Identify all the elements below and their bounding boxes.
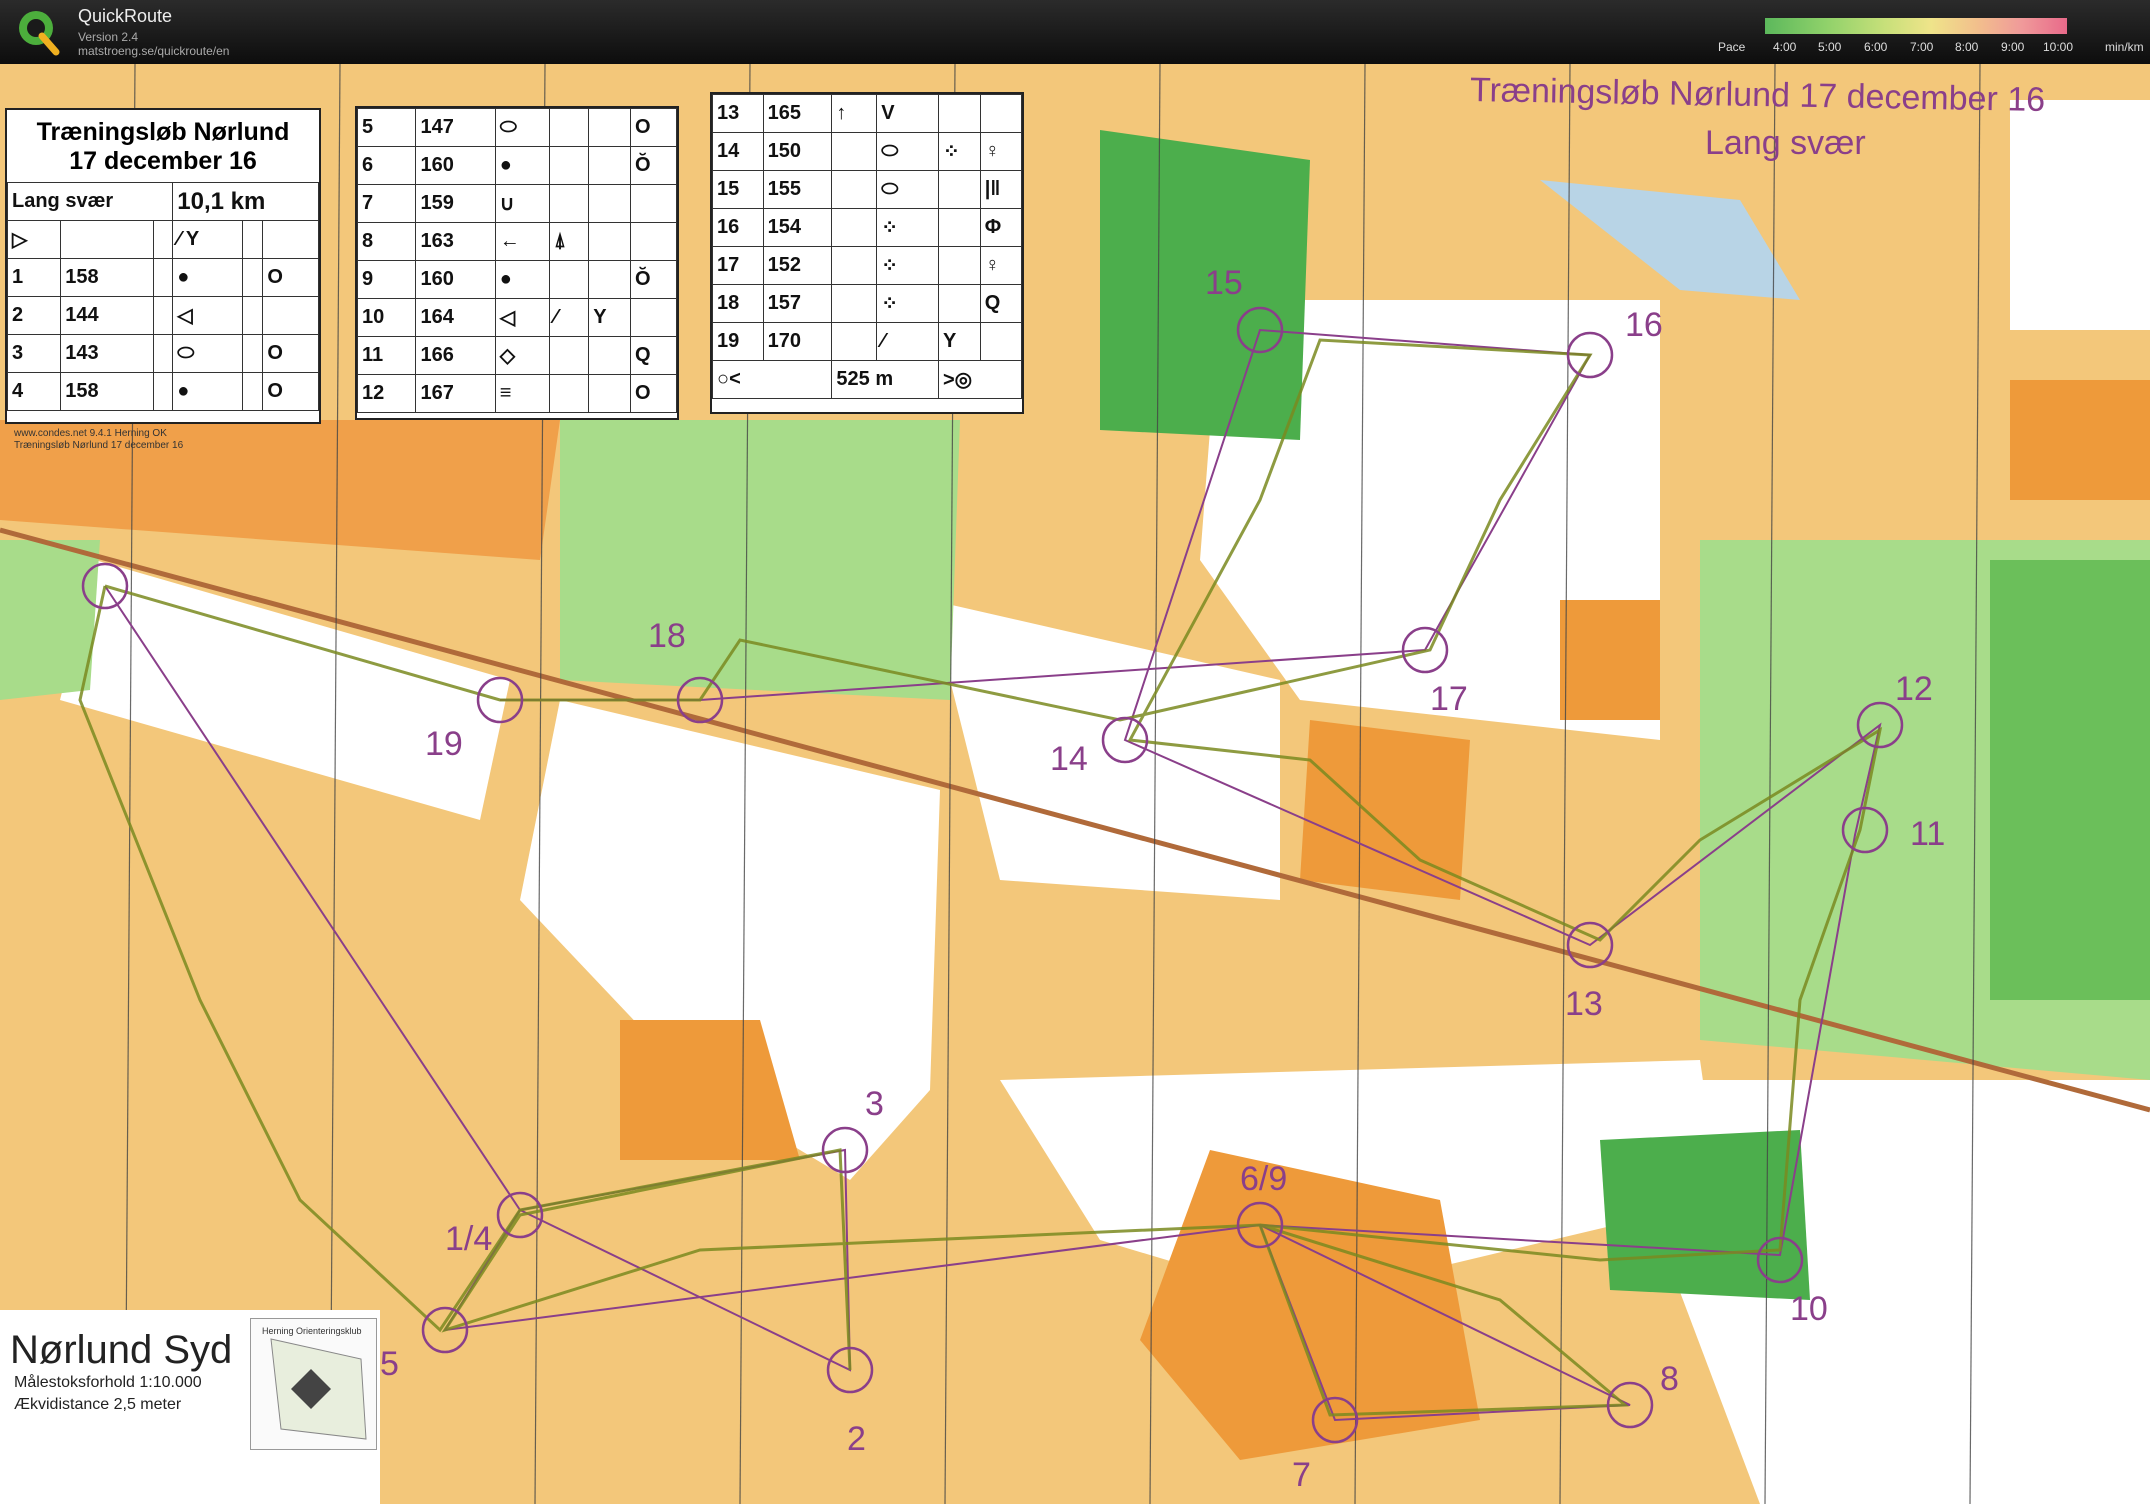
- course-length: 10,1 km: [172, 182, 319, 221]
- pace-tick: 7:00: [1910, 40, 1934, 54]
- table-row: 18 157 ⁘ Q: [712, 284, 1023, 323]
- table-row: 8 163 ← ⍋: [356, 222, 677, 261]
- control-label: 10: [1790, 1290, 1828, 1328]
- boulder-icon: O: [262, 258, 319, 297]
- dot-icon: ●: [172, 372, 244, 411]
- map-contour-interval: Ækvidistance 2,5 meter: [14, 1396, 182, 1413]
- table-row: 14 150 ⬭ ⁘ ♀: [712, 132, 1023, 171]
- control-label: 16: [1625, 306, 1663, 344]
- compass-rose-icon: [270, 1338, 367, 1440]
- table-row: 19 170 ⁄ Y: [712, 322, 1023, 361]
- boulder-icon: O: [262, 334, 319, 373]
- rough-open-area: [2010, 380, 2150, 500]
- control-label: 3: [865, 1085, 884, 1123]
- club-logo: [250, 1318, 377, 1450]
- green-forest-area: [1600, 1130, 1810, 1300]
- dot-icon: ●: [172, 258, 244, 297]
- course-event-date: 17 december 16: [69, 147, 257, 175]
- pace-label: Pace: [1718, 40, 1746, 54]
- control-label: 15: [1205, 264, 1243, 302]
- table-row: 13 165 ↑ V: [712, 94, 1023, 133]
- table-row: 1 158 ● O: [6, 258, 319, 297]
- control-label: 8: [1660, 1360, 1679, 1398]
- map-sheet-name: Nørlund Syd: [10, 1328, 233, 1372]
- control-label: 18: [648, 617, 686, 655]
- pace-tick: 10:00: [2043, 40, 2074, 54]
- table-row: 16 154 ⁘ Φ: [712, 208, 1023, 247]
- control-label: 2: [847, 1420, 866, 1458]
- print-info: www.condes.net 9.4.1 Herning OK: [14, 428, 167, 439]
- pace-tick: 6:00: [1864, 40, 1888, 54]
- control-label: 12: [1895, 670, 1933, 708]
- control-label: 7: [1292, 1456, 1311, 1494]
- control-label: 19: [425, 725, 463, 763]
- corner-icon: ◁: [172, 296, 244, 335]
- rough-open-area: [1300, 720, 1470, 900]
- green-forest-area: [1990, 560, 2150, 1000]
- table-row: 3 143 ⬭ O: [6, 334, 319, 373]
- table-row: 7 159 ∪: [356, 184, 677, 223]
- description-table: 13 165 ↑ V 14 150 ⬭ ⁘ ♀ 15 155 ⬭ |‖ 16 154 ⁘ Φ 17 152 ⁘…: [711, 94, 1023, 399]
- course-event-title: Træningsløb Nørlund: [36, 118, 290, 146]
- table-row: 10 164 ◁ ⁄ Y: [356, 298, 677, 337]
- orienteering-map[interactable]: [0, 64, 2150, 1504]
- ellipse-icon: ⬭: [172, 334, 244, 373]
- table-row: 6 160 ● Ŏ: [356, 146, 677, 185]
- control-description-sheet: Træningsløb Nørlund 17 december 16 Lang …: [5, 108, 321, 424]
- table-row: 11 166 ◇ Q: [356, 336, 677, 375]
- pace-unit: min/km: [2105, 40, 2144, 54]
- control-label: 1/4: [445, 1220, 493, 1258]
- finish-start-icon: ○<: [711, 360, 833, 399]
- pace-tick: 5:00: [1818, 40, 1842, 54]
- map-scale: Målestoksforhold 1:10.000: [14, 1374, 202, 1391]
- app-url[interactable]: matstroeng.se/quickroute/en: [78, 44, 229, 58]
- finish-row: ○< 525 m >◎: [711, 360, 1023, 399]
- table-row: 15 155 ⬭ |‖: [712, 170, 1023, 209]
- course-name: Lang svær: [6, 182, 174, 221]
- control-label: 14: [1050, 740, 1088, 778]
- table-row: 4 158 ● O: [6, 372, 319, 411]
- rough-open-area: [1560, 600, 1660, 720]
- control-description-sheet-2: 5 147 ⬭ O 6 160 ● Ŏ 7 159 ∪ 8 163 ← ⍋ 9 160 ● Ŏ 10 164 ◁…: [355, 106, 679, 420]
- description-table: Lang svær 10,1 km ▷ ⁄ Y 1 158 ● O 2 144 ◁ 3 143…: [6, 182, 319, 411]
- description-table: 5 147 ⬭ O 6 160 ● Ŏ 7 159 ∪ 8 163 ← ⍋ 9 160 ● Ŏ 10 164 ◁…: [356, 108, 677, 413]
- start-triangle-icon: ▷: [6, 220, 62, 259]
- pace-tick: 9:00: [2001, 40, 2025, 54]
- pace-tick: 4:00: [1773, 40, 1797, 54]
- table-row: 9 160 ● Ŏ: [356, 260, 677, 299]
- app-toolbar: QuickRoute Version 2.4 matstroeng.se/qui…: [0, 0, 2150, 64]
- control-label: 5: [380, 1345, 399, 1383]
- quickroute-logo-icon: [19, 11, 60, 56]
- control-label: 17: [1430, 680, 1468, 718]
- light-green-area: [560, 420, 960, 700]
- control-label: 11: [1910, 815, 1946, 853]
- control-label: 13: [1565, 985, 1603, 1023]
- control-label: 6/9: [1240, 1160, 1288, 1198]
- pace-color-scale: [1765, 18, 2067, 34]
- table-row: 5 147 ⬭ O: [356, 108, 677, 147]
- club-name: Herning Orienteringsklub: [262, 1326, 362, 1336]
- control-description-sheet-3: 13 165 ↑ V 14 150 ⬭ ⁘ ♀ 15 155 ⬭ |‖ 16 154 ⁘ Φ 17 152 ⁘…: [710, 92, 1024, 414]
- app-version: Version 2.4: [78, 30, 139, 44]
- pace-tick: 8:00: [1955, 40, 1979, 54]
- finish-distance: 525 m: [831, 360, 939, 399]
- boulder-icon: O: [262, 372, 319, 411]
- finish-icon: >◎: [937, 360, 1023, 399]
- map-subtitle: Lang svær: [1705, 124, 1866, 162]
- table-row: 2 144 ◁: [6, 296, 319, 335]
- print-info: Træningsløb Nørlund 17 december 16: [14, 440, 184, 451]
- app-title: QuickRoute: [78, 6, 173, 26]
- table-row: 17 152 ⁘ ♀: [712, 246, 1023, 285]
- white-forest-area: [2010, 100, 2150, 330]
- table-row: 12 167 ≡ O: [356, 374, 677, 413]
